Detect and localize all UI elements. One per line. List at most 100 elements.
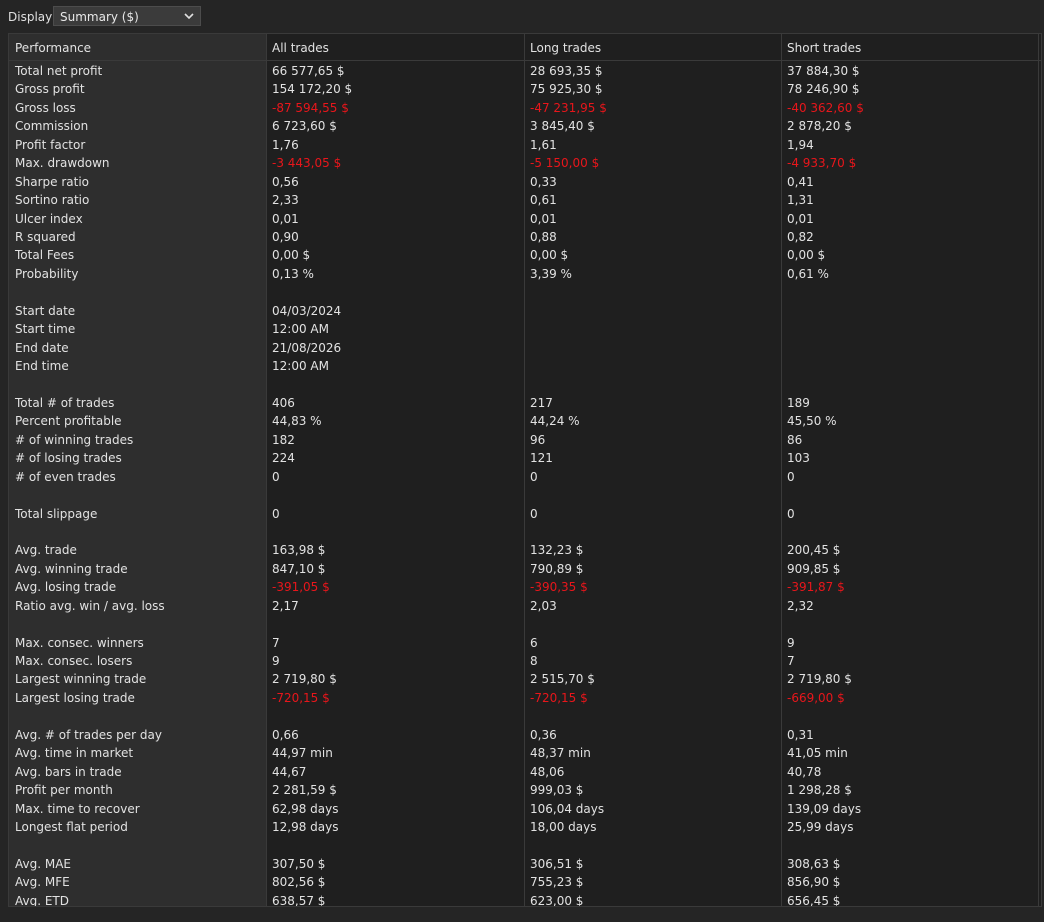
- long-trades-value: 0,01: [530, 211, 557, 226]
- table-row[interactable]: # of losing trades 224 121 103: [9, 449, 1041, 467]
- table-row[interactable]: Gross profit 154 172,20 $ 75 925,30 $ 78 24…: [9, 80, 1041, 98]
- header-long-trades[interactable]: Long trades: [530, 41, 601, 55]
- table-row[interactable]: Avg. ETD 638,57 $ 623,00 $ 656,45 $: [9, 892, 1041, 906]
- short-trades-value: 1,31: [787, 193, 814, 208]
- table-row[interactable]: [9, 615, 1041, 633]
- long-trades-value: -720,15 $: [530, 690, 588, 705]
- metric-label: Avg. # of trades per day: [15, 727, 162, 742]
- table-row[interactable]: [9, 375, 1041, 393]
- table-row[interactable]: Longest flat period 12,98 days 18,00 days 2…: [9, 818, 1041, 836]
- table-row[interactable]: Max. time to recover 62,98 days 106,04 day…: [9, 800, 1041, 818]
- short-trades-value: 78 246,90 $: [787, 82, 860, 97]
- metric-label: Max. consec. losers: [15, 654, 133, 668]
- table-row[interactable]: Avg. # of trades per day 0,66 0,36 0,31: [9, 726, 1041, 744]
- metric-label: Max. drawdown: [15, 156, 110, 171]
- table-row[interactable]: Gross loss -87 594,55 $ -47 231,95 $ -40 36…: [9, 99, 1041, 117]
- table-row[interactable]: Profit per month 2 281,59 $ 999,03 $ 1 298,…: [9, 781, 1041, 799]
- table-row[interactable]: Sharpe ratio 0,56 0,33 0,41: [9, 173, 1041, 191]
- long-trades-value: 18,00 days: [530, 819, 597, 834]
- table-row[interactable]: Start time 12:00 AM: [9, 320, 1041, 338]
- table-row[interactable]: Max. consec. winners 7 6 9: [9, 634, 1041, 652]
- long-trades-value: 0,33: [530, 174, 557, 189]
- long-trades-value: 3 845,40 $: [530, 119, 595, 134]
- table-row[interactable]: Avg. MFE 802,56 $ 755,23 $ 856,90 $: [9, 873, 1041, 891]
- table-row[interactable]: Avg. bars in trade 44,67 48,06 40,78: [9, 763, 1041, 781]
- header-performance[interactable]: Performance: [15, 41, 91, 55]
- all-trades-value: 406: [272, 395, 295, 410]
- table-row[interactable]: Start date 04/03/2024: [9, 302, 1041, 320]
- display-dropdown[interactable]: Summary ($): [53, 6, 201, 26]
- table-row[interactable]: Avg. winning trade 847,10 $ 790,89 $ 909,85…: [9, 560, 1041, 578]
- metric-label: Longest flat period: [15, 819, 128, 834]
- short-trades-value: 86: [787, 432, 803, 447]
- table-row[interactable]: Profit factor 1,76 1,61 1,94: [9, 136, 1041, 154]
- table-row[interactable]: End date 21/08/2026: [9, 339, 1041, 357]
- table-row[interactable]: # of even trades 0 0 0: [9, 468, 1041, 486]
- table-row[interactable]: Total net profit 66 577,65 $ 28 693,35 $ 37…: [9, 62, 1041, 80]
- all-trades-value: 0,13 %: [272, 266, 314, 281]
- all-trades-value: -720,15 $: [272, 690, 330, 705]
- short-trades-value: 139,09 days: [787, 801, 862, 816]
- long-trades-value: 28 693,35 $: [530, 64, 603, 78]
- metric-label: Gross profit: [15, 82, 85, 97]
- short-trades-value: 0,82: [787, 229, 814, 244]
- short-trades-value: 909,85 $: [787, 561, 841, 576]
- table-row[interactable]: Largest winning trade 2 719,80 $ 2 515,70 …: [9, 670, 1041, 688]
- long-trades-value: 3,39 %: [530, 266, 572, 281]
- table-row[interactable]: Probability 0,13 % 3,39 % 0,61 %: [9, 265, 1041, 283]
- short-trades-value: 2 719,80 $: [787, 672, 852, 687]
- table-row[interactable]: Percent profitable 44,83 % 44,24 % 45,50 %: [9, 412, 1041, 430]
- table-row[interactable]: Total # of trades 406 217 189: [9, 394, 1041, 412]
- table-row[interactable]: Avg. losing trade -391,05 $ -390,35 $ -391,…: [9, 578, 1041, 596]
- table-row[interactable]: # of winning trades 182 96 86: [9, 431, 1041, 449]
- metric-label: Start date: [15, 303, 76, 318]
- metric-label: Largest losing trade: [15, 690, 135, 705]
- table-row[interactable]: Max. drawdown -3 443,05 $ -5 150,00 $ -4 93…: [9, 154, 1041, 172]
- metric-label: Percent profitable: [15, 414, 122, 429]
- long-trades-value: -5 150,00 $: [530, 156, 600, 171]
- display-select-value: Summary ($): [60, 10, 139, 24]
- all-trades-value: -391,05 $: [272, 580, 330, 595]
- all-trades-value: 0: [272, 469, 280, 484]
- all-trades-value: 12,98 days: [272, 819, 339, 834]
- short-trades-value: -669,00 $: [787, 690, 845, 705]
- metric-label: R squared: [15, 229, 76, 244]
- metric-label: Avg. trade: [15, 543, 77, 558]
- table-row[interactable]: Avg. time in market 44,97 min 48,37 min 41,…: [9, 744, 1041, 762]
- table-row[interactable]: Ratio avg. win / avg. loss 2,17 2,03 2,32: [9, 597, 1041, 615]
- table-row[interactable]: Total slippage 0 0 0: [9, 505, 1041, 523]
- table-row[interactable]: Avg. trade 163,98 $ 132,23 $ 200,45 $: [9, 541, 1041, 559]
- long-trades-value: 0: [530, 469, 538, 484]
- short-trades-value: 0,61 %: [787, 266, 829, 281]
- table-row[interactable]: End time 12:00 AM: [9, 357, 1041, 375]
- long-trades-value: 1,61: [530, 137, 557, 152]
- table-row[interactable]: Sortino ratio 2,33 0,61 1,31: [9, 191, 1041, 209]
- table-row[interactable]: Total Fees 0,00 $ 0,00 $ 0,00 $: [9, 246, 1041, 264]
- short-trades-value: 0,01: [787, 211, 814, 226]
- table-row[interactable]: [9, 283, 1041, 301]
- table-row[interactable]: [9, 523, 1041, 541]
- table-row[interactable]: R squared 0,90 0,88 0,82: [9, 228, 1041, 246]
- long-trades-value: 8: [530, 654, 538, 668]
- metric-label: # of even trades: [15, 469, 116, 484]
- all-trades-value: 6 723,60 $: [272, 119, 337, 134]
- table-row[interactable]: Commission 6 723,60 $ 3 845,40 $ 2 878,20 $: [9, 117, 1041, 135]
- metric-label: Ratio avg. win / avg. loss: [15, 598, 165, 613]
- metric-label: Gross loss: [15, 100, 76, 115]
- table-row[interactable]: Ulcer index 0,01 0,01 0,01: [9, 210, 1041, 228]
- table-row[interactable]: [9, 836, 1041, 854]
- table-row[interactable]: Avg. MAE 307,50 $ 306,51 $ 308,63 $: [9, 855, 1041, 873]
- metric-label: Avg. time in market: [15, 746, 134, 761]
- all-trades-value: 0: [272, 506, 280, 521]
- table-row[interactable]: Largest losing trade -720,15 $ -720,15 $ -6…: [9, 689, 1041, 707]
- header-all-trades[interactable]: All trades: [272, 41, 329, 55]
- table-row[interactable]: [9, 707, 1041, 725]
- short-trades-value: 25,99 days: [787, 819, 854, 834]
- table-row[interactable]: [9, 486, 1041, 504]
- header-short-trades[interactable]: Short trades: [787, 41, 861, 55]
- long-trades-value: 75 925,30 $: [530, 82, 603, 97]
- table-row[interactable]: Max. consec. losers 9 8 7: [9, 652, 1041, 670]
- short-trades-value: 856,90 $: [787, 875, 841, 890]
- all-trades-value: 2,17: [272, 598, 299, 613]
- chevron-down-icon: [184, 13, 194, 20]
